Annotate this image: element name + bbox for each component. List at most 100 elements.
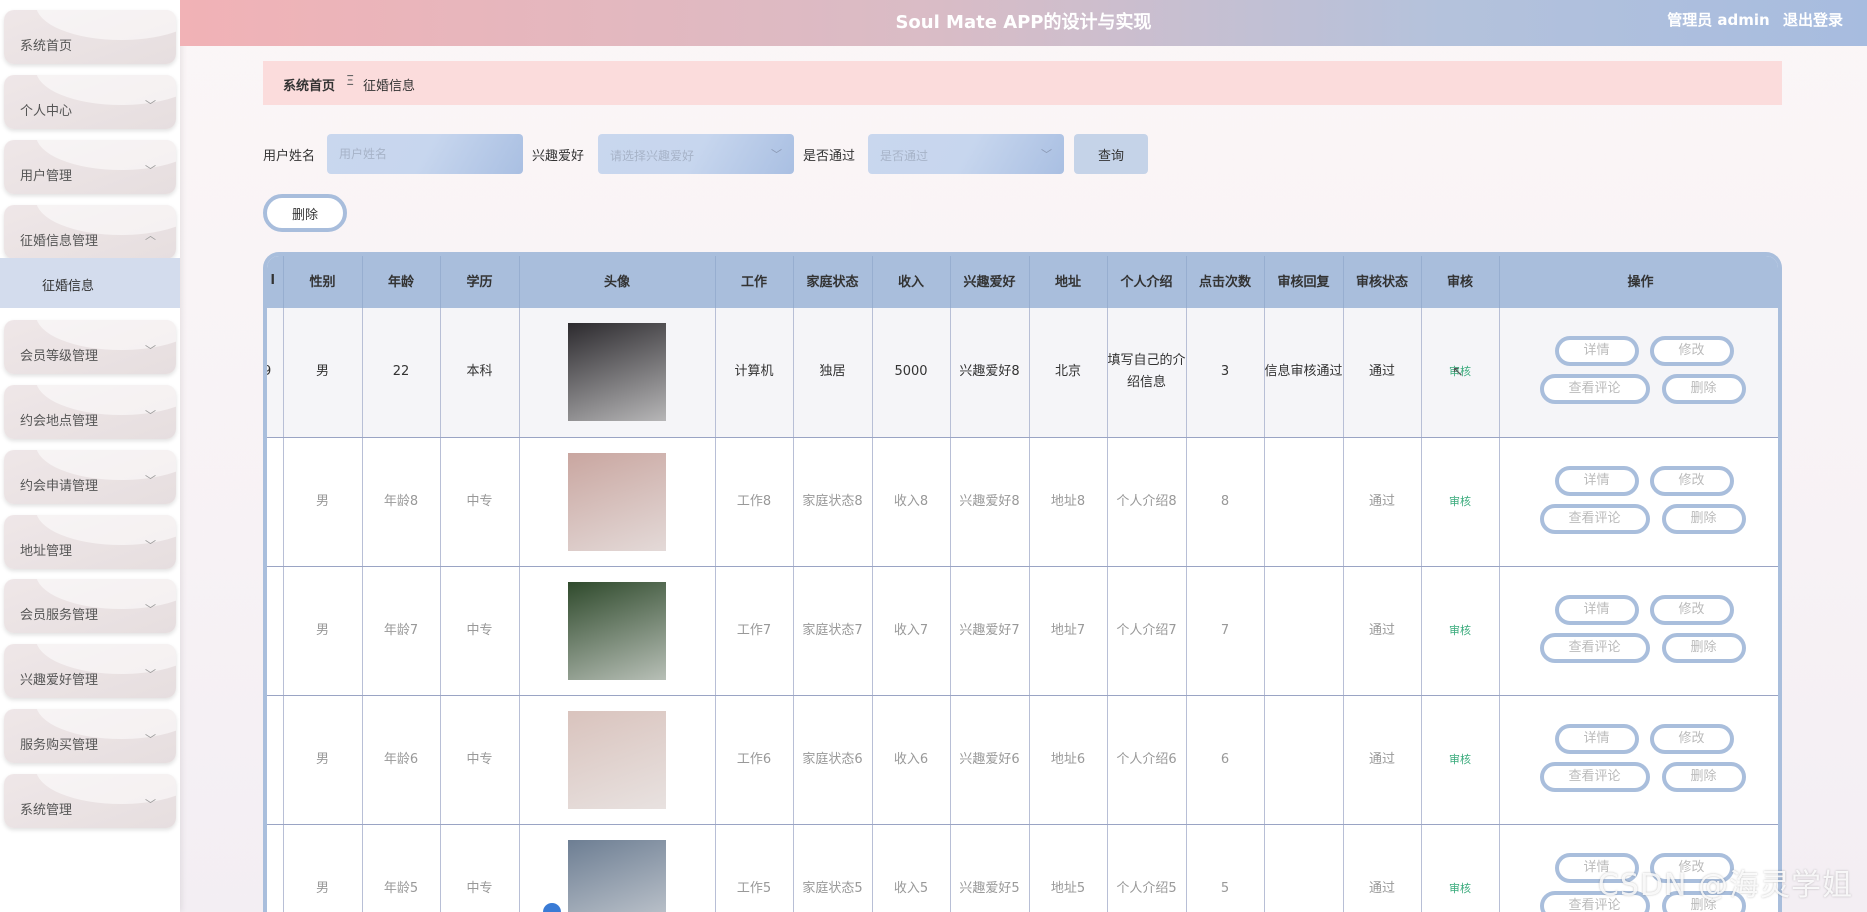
table-row: 9 男 22 本科 计算机 独居 5000 兴趣爱好8 北京 填写自己的介绍信息 3 信息审核通过 通过… xyxy=(267,308,1778,438)
sidebar-item-label: 地址管理 xyxy=(20,544,73,559)
table-cell: 通过 xyxy=(1343,824,1422,912)
sidebar-subitem-marriage-info[interactable]: 征婚信息 xyxy=(0,258,180,308)
edit-button[interactable]: 修改 xyxy=(1649,336,1734,367)
sidebar-item[interactable]: 系统首页 xyxy=(4,10,176,64)
table-cell: 家庭状态8 xyxy=(793,437,873,567)
table-cell: 兴趣爱好8 xyxy=(950,437,1030,567)
chevron-down-icon: ﹀ xyxy=(145,798,156,811)
detail-button[interactable]: 详情 xyxy=(1554,594,1639,625)
detail-button[interactable]: 详情 xyxy=(1554,465,1639,496)
table-cell: 3 xyxy=(1186,308,1265,438)
table-cell: 工作6 xyxy=(715,695,794,825)
delete-row-button[interactable]: 删除 xyxy=(1661,632,1746,663)
table-cell: 地址7 xyxy=(1029,566,1108,696)
detail-button[interactable]: 详情 xyxy=(1554,723,1639,754)
table-cell: 收入8 xyxy=(872,437,951,567)
sidebar-item[interactable]: 会员服务管理 ﹀ xyxy=(4,579,176,633)
audit-link[interactable]: 审核 xyxy=(1421,437,1500,567)
avatar xyxy=(568,710,666,809)
view-comments-button[interactable]: 查看评论 xyxy=(1539,503,1650,534)
edit-button[interactable]: 修改 xyxy=(1649,465,1734,496)
sidebar-item[interactable]: 个人中心 ﹀ xyxy=(4,75,176,129)
table-cell: 收入5 xyxy=(872,824,951,912)
column-header: 年龄 xyxy=(362,256,441,308)
avatar xyxy=(568,323,666,422)
table-cell: 通过 xyxy=(1343,695,1422,825)
chevron-down-icon: ﹀ xyxy=(145,668,156,681)
table-cell xyxy=(1264,824,1344,912)
sidebar-item[interactable]: 兴趣爱好管理 ﹀ xyxy=(4,644,176,698)
query-button[interactable]: 查询 xyxy=(1074,134,1148,174)
breadcrumb-current: 征婚信息 xyxy=(363,79,416,94)
column-header: 个人介绍 xyxy=(1107,256,1187,308)
table-cell: 兴趣爱好5 xyxy=(950,824,1030,912)
table-cell: 8 xyxy=(1186,437,1265,567)
column-header: 性别 xyxy=(283,256,363,308)
table-cell: 家庭状态7 xyxy=(793,566,873,696)
hobby-select-placeholder: 请选择兴趣爱好 xyxy=(610,149,695,163)
table-cell: 年龄7 xyxy=(362,566,441,696)
column-header: 点击次数 xyxy=(1186,256,1265,308)
name-search-input[interactable] xyxy=(327,134,523,174)
chevron-up-icon: ︿ xyxy=(145,229,156,242)
actions-cell: 详情 修改查看评论 删除 xyxy=(1499,566,1778,696)
table-cell: 工作5 xyxy=(715,824,794,912)
avatar-cell xyxy=(519,695,716,825)
table-cell xyxy=(1264,566,1344,696)
table-cell xyxy=(1264,695,1344,825)
admin-label: 管理员 admin xyxy=(1667,11,1770,29)
table-cell: 独居 xyxy=(793,308,873,438)
view-comments-button[interactable]: 查看评论 xyxy=(1539,632,1650,663)
avatar-cell xyxy=(519,437,716,567)
sidebar-item[interactable]: 征婚信息管理 ︿ xyxy=(4,205,176,259)
chevron-down-icon: ﹀ xyxy=(145,733,156,746)
avatar-cell xyxy=(519,308,716,438)
app-title: Soul Mate APP的设计与实现 xyxy=(895,12,1152,33)
delete-row-button[interactable]: 删除 xyxy=(1661,503,1746,534)
sidebar-item[interactable]: 地址管理 ﹀ xyxy=(4,515,176,569)
data-table: l 性别 年龄 学历 头像 工作 家庭状态 收入 兴趣爱好 地址 个人介绍 点击次数 审核回复 审核状态审… xyxy=(263,252,1782,912)
audit-link[interactable]: 审核 xyxy=(1421,566,1500,696)
table-cell: 通过 xyxy=(1343,437,1422,567)
sidebar-item-label: 个人中心 xyxy=(20,104,73,119)
sidebar-item-label: 系统首页 xyxy=(20,39,73,54)
column-header: 审核回复 xyxy=(1264,256,1344,308)
table-row: l 男年龄8 中专 工作8 家庭状态8 收入8 兴趣爱好8 地址8 个人介绍8 8 通过 审核 详情 修改… xyxy=(267,437,1778,567)
breadcrumb: 系统首页 Ξ 征婚信息 xyxy=(263,61,1782,105)
hobby-select[interactable]: 请选择兴趣爱好 ﹀ xyxy=(598,134,794,174)
detail-button[interactable]: 详情 xyxy=(1554,336,1639,367)
table-cell: 地址6 xyxy=(1029,695,1108,825)
batch-delete-button[interactable]: 删除 xyxy=(263,194,347,232)
delete-row-button[interactable]: 删除 xyxy=(1661,374,1746,405)
delete-row-button[interactable]: 删除 xyxy=(1661,761,1746,792)
column-header: 学历 xyxy=(440,256,520,308)
sidebar-item[interactable]: 服务购买管理 ﹀ xyxy=(4,709,176,763)
view-comments-button[interactable]: 查看评论 xyxy=(1539,374,1650,405)
sidebar-item-label: 约会申请管理 xyxy=(20,479,99,494)
table-cell: 收入6 xyxy=(872,695,951,825)
table-cell: 个人介绍8 xyxy=(1107,437,1187,567)
sidebar-item[interactable]: 会员等级管理 ﹀ xyxy=(4,320,176,374)
avatar-cell xyxy=(519,824,716,912)
table-cell: 22 xyxy=(362,308,441,438)
name-search-label: 用户姓名 xyxy=(263,149,316,164)
audit-link[interactable]: 审核 xyxy=(1421,824,1500,912)
edit-button[interactable]: 修改 xyxy=(1649,723,1734,754)
table-cell: 5 xyxy=(1186,824,1265,912)
edit-button[interactable]: 修改 xyxy=(1649,594,1734,625)
sidebar-subitem-label: 征婚信息 xyxy=(42,279,95,294)
sidebar-item[interactable]: 约会地点管理 ﹀ xyxy=(4,385,176,439)
sidebar-item[interactable]: 约会申请管理 ﹀ xyxy=(4,450,176,504)
sidebar-item[interactable]: 系统管理 ﹀ xyxy=(4,774,176,828)
table-cell: 7 xyxy=(1186,566,1265,696)
column-header: 收入 xyxy=(872,256,951,308)
passed-select[interactable]: 是否通过 ﹀ xyxy=(868,134,1064,174)
breadcrumb-home[interactable]: 系统首页 xyxy=(283,75,335,94)
view-comments-button[interactable]: 查看评论 xyxy=(1539,761,1650,792)
logout-link[interactable]: 退出登录 xyxy=(1783,11,1843,29)
top-bar: Soul Mate APP的设计与实现 管理员 admin 退出登录 xyxy=(180,0,1867,46)
sidebar-item[interactable]: 用户管理 ﹀ xyxy=(4,140,176,194)
table-cell: 北京 xyxy=(1029,308,1108,438)
audit-link[interactable]: 审核 xyxy=(1421,695,1500,825)
passed-select-placeholder: 是否通过 xyxy=(880,149,929,163)
